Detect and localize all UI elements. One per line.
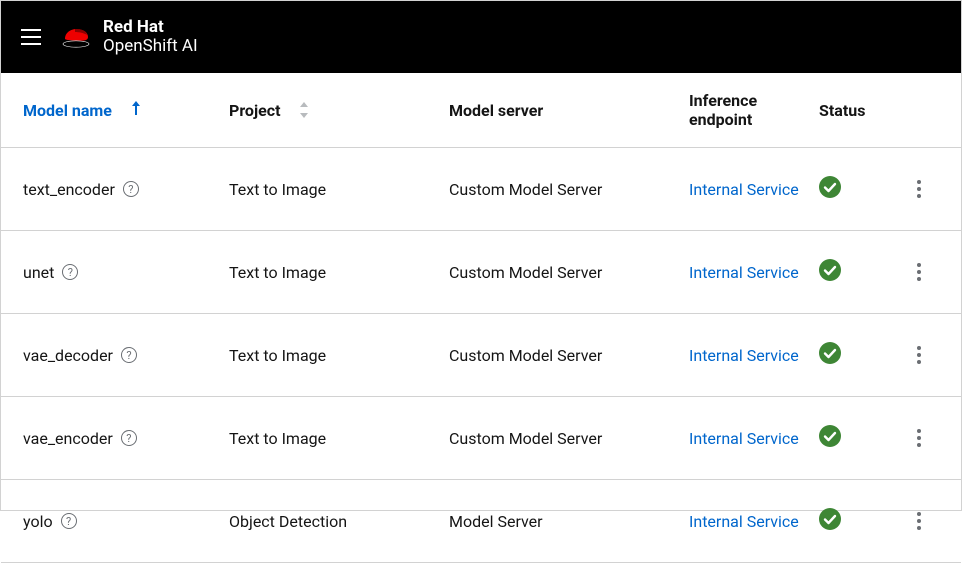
cell-inference-endpoint: Internal Service — [689, 429, 819, 448]
inference-endpoint-link[interactable]: Internal Service — [689, 263, 799, 282]
status-success-icon — [819, 259, 841, 281]
cell-status — [819, 425, 899, 451]
cell-inference-endpoint: Internal Service — [689, 346, 819, 365]
model-server-text: Custom Model Server — [449, 263, 602, 282]
cell-status — [819, 342, 899, 368]
column-header-status[interactable]: Status — [819, 101, 899, 120]
kebab-menu-button[interactable] — [910, 509, 928, 533]
models-table: Model name Project Model server Inferenc… — [1, 73, 961, 563]
app-header: Red Hat OpenShift AI — [1, 1, 961, 73]
cell-model-server: Custom Model Server — [449, 180, 689, 199]
cell-model-server: Custom Model Server — [449, 346, 689, 365]
status-success-icon — [819, 425, 841, 447]
hamburger-menu-button[interactable] — [21, 29, 41, 45]
table-row: vae_decoder?Text to ImageCustom Model Se… — [1, 314, 961, 397]
brand-name-line1: Red Hat — [103, 18, 198, 37]
project-text: Text to Image — [229, 263, 326, 282]
model-name-text: yolo — [23, 512, 53, 531]
cell-status — [819, 259, 899, 285]
inference-endpoint-link[interactable]: Internal Service — [689, 512, 799, 531]
cell-inference-endpoint: Internal Service — [689, 180, 819, 199]
model-server-text: Custom Model Server — [449, 346, 602, 365]
column-header-model-name[interactable]: Model name — [9, 101, 229, 120]
table-row: yolo?Object DetectionModel ServerInterna… — [1, 480, 961, 563]
inference-endpoint-link[interactable]: Internal Service — [689, 429, 799, 448]
status-success-icon — [819, 176, 841, 198]
cell-actions — [899, 177, 939, 201]
cell-model-server: Custom Model Server — [449, 263, 689, 282]
model-name-text: unet — [23, 263, 54, 282]
model-server-text: Custom Model Server — [449, 429, 602, 448]
cell-model-server: Custom Model Server — [449, 429, 689, 448]
cell-actions — [899, 426, 939, 450]
kebab-menu-button[interactable] — [910, 260, 928, 284]
brand-text: Red Hat OpenShift AI — [103, 18, 198, 55]
cell-project: Text to Image — [229, 429, 449, 448]
cell-project: Object Detection — [229, 512, 449, 531]
cell-actions — [899, 509, 939, 533]
kebab-menu-button[interactable] — [910, 426, 928, 450]
cell-project: Text to Image — [229, 346, 449, 365]
cell-model-name: unet? — [9, 263, 229, 282]
cell-actions — [899, 343, 939, 367]
cell-model-server: Model Server — [449, 512, 689, 531]
help-icon[interactable]: ? — [121, 430, 137, 446]
status-success-icon — [819, 508, 841, 530]
kebab-menu-button[interactable] — [910, 177, 928, 201]
model-name-text: vae_encoder — [23, 429, 113, 448]
model-name-text: vae_decoder — [23, 346, 113, 365]
redhat-fedora-icon — [61, 26, 91, 48]
column-header-inference-endpoint[interactable]: Inference endpoint — [689, 91, 819, 129]
inference-endpoint-link[interactable]: Internal Service — [689, 346, 799, 365]
kebab-menu-button[interactable] — [910, 343, 928, 367]
column-header-project[interactable]: Project — [229, 101, 449, 120]
cell-project: Text to Image — [229, 263, 449, 282]
model-name-text: text_encoder — [23, 180, 115, 199]
status-success-icon — [819, 342, 841, 364]
cell-model-name: yolo? — [9, 512, 229, 531]
project-text: Object Detection — [229, 512, 347, 531]
cell-actions — [899, 260, 939, 284]
cell-status — [819, 176, 899, 202]
table-header-row: Model name Project Model server Inferenc… — [1, 73, 961, 148]
help-icon[interactable]: ? — [123, 181, 139, 197]
brand-logo[interactable]: Red Hat OpenShift AI — [61, 18, 198, 55]
cell-model-name: text_encoder? — [9, 180, 229, 199]
help-icon[interactable]: ? — [62, 264, 78, 280]
inference-endpoint-link[interactable]: Internal Service — [689, 180, 799, 199]
help-icon[interactable]: ? — [61, 513, 77, 529]
cell-status — [819, 508, 899, 534]
column-header-model-server[interactable]: Model server — [449, 101, 689, 120]
table-row: text_encoder?Text to ImageCustom Model S… — [1, 148, 961, 231]
help-icon[interactable]: ? — [121, 347, 137, 363]
sort-both-icon — [299, 102, 309, 118]
model-server-text: Custom Model Server — [449, 180, 602, 199]
brand-name-line2: OpenShift AI — [103, 37, 198, 56]
sort-ascending-icon — [130, 101, 142, 119]
cell-project: Text to Image — [229, 180, 449, 199]
table-row: vae_encoder?Text to ImageCustom Model Se… — [1, 397, 961, 480]
table-row: unet?Text to ImageCustom Model ServerInt… — [1, 231, 961, 314]
project-text: Text to Image — [229, 346, 326, 365]
model-server-text: Model Server — [449, 512, 543, 531]
cell-inference-endpoint: Internal Service — [689, 512, 819, 531]
cell-inference-endpoint: Internal Service — [689, 263, 819, 282]
project-text: Text to Image — [229, 429, 326, 448]
cell-model-name: vae_encoder? — [9, 429, 229, 448]
project-text: Text to Image — [229, 180, 326, 199]
cell-model-name: vae_decoder? — [9, 346, 229, 365]
